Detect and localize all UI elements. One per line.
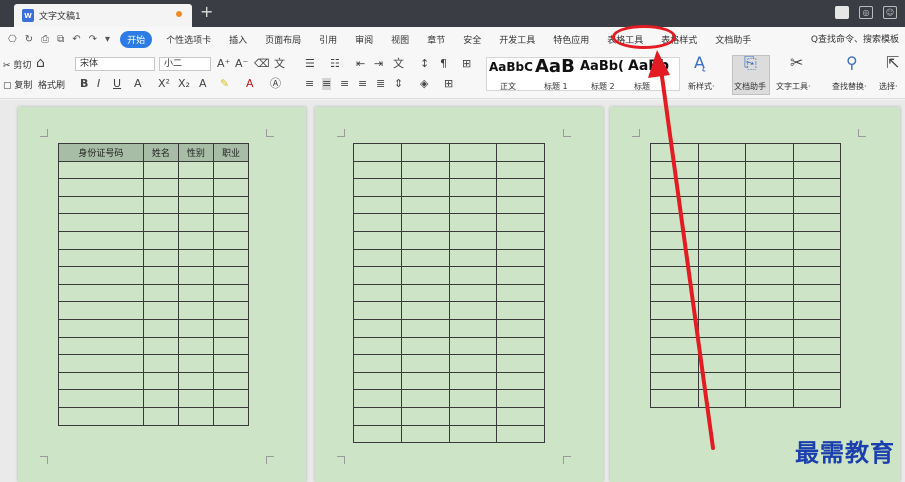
annotation-arrow [648, 50, 715, 450]
arrow-shaft [658, 60, 715, 450]
watermark-text: 最需教育 [795, 438, 895, 467]
arrow-head [648, 50, 670, 78]
